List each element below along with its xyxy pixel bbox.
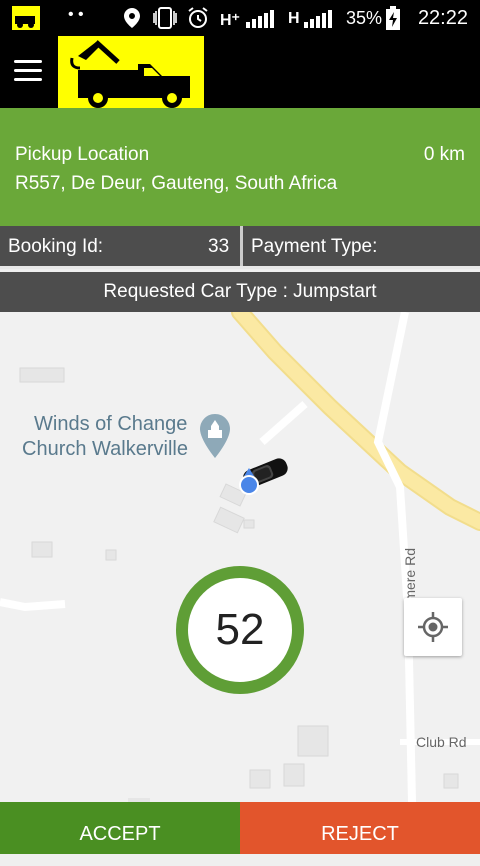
signal-icon <box>246 10 274 28</box>
app-notification-icon <box>12 6 40 30</box>
signal-icon-2 <box>304 10 332 28</box>
network-type-1: H⁺ <box>220 12 240 29</box>
requested-car-type: Requested Car Type : Jumpstart <box>103 281 377 302</box>
network-type-2: H <box>288 10 300 27</box>
tow-truck-logo-icon <box>70 40 190 108</box>
countdown-timer: 52 <box>176 566 304 694</box>
clock: 22:22 <box>417 7 468 29</box>
payment-type-label: Payment Type: <box>251 236 378 257</box>
booking-info-row: Booking Id: 33 Payment Type: <box>0 226 480 268</box>
menu-icon[interactable] <box>14 60 42 82</box>
pickup-address: R557, De Deur, Gauteng, South Africa <box>15 173 338 194</box>
accept-button[interactable]: ACCEPT <box>0 802 240 854</box>
booking-id-label: Booking Id: <box>8 236 104 257</box>
current-location-dot <box>239 468 259 495</box>
map-view[interactable]: Winds of Change Church Walkerville Grasm… <box>0 312 480 802</box>
car-type-row: Requested Car Type : Jumpstart <box>0 272 480 312</box>
battery-percentage: 35% <box>345 8 382 28</box>
location-icon <box>124 8 140 28</box>
reject-button[interactable]: REJECT <box>240 802 480 854</box>
poi-name-line2: Church Walkerville <box>22 438 188 460</box>
alarm-icon <box>188 7 208 28</box>
poi-label[interactable]: Winds of Change Church Walkerville <box>22 412 188 462</box>
street-label-club: Club Rd <box>416 734 467 750</box>
notification-dots-icon: • • <box>68 6 84 23</box>
vibrate-icon <box>153 7 177 29</box>
row-divider <box>0 266 480 269</box>
status-bar: • • H⁺ H 35% 22:22 <box>0 0 480 36</box>
battery-charging-icon <box>386 6 400 30</box>
app-bar <box>0 36 480 108</box>
poi-name-line1: Winds of Change <box>34 413 188 435</box>
crosshair-icon <box>418 612 448 642</box>
my-location-button[interactable] <box>404 598 462 656</box>
pickup-panel: Pickup Location 0 km R557, De Deur, Gaut… <box>0 108 480 226</box>
app-logo <box>58 36 204 108</box>
booking-id-value: 33 <box>208 236 230 257</box>
pickup-label: Pickup Location <box>15 144 150 165</box>
church-pin-icon[interactable] <box>200 414 230 458</box>
column-divider <box>240 226 243 268</box>
pickup-distance: 0 km <box>423 144 465 165</box>
